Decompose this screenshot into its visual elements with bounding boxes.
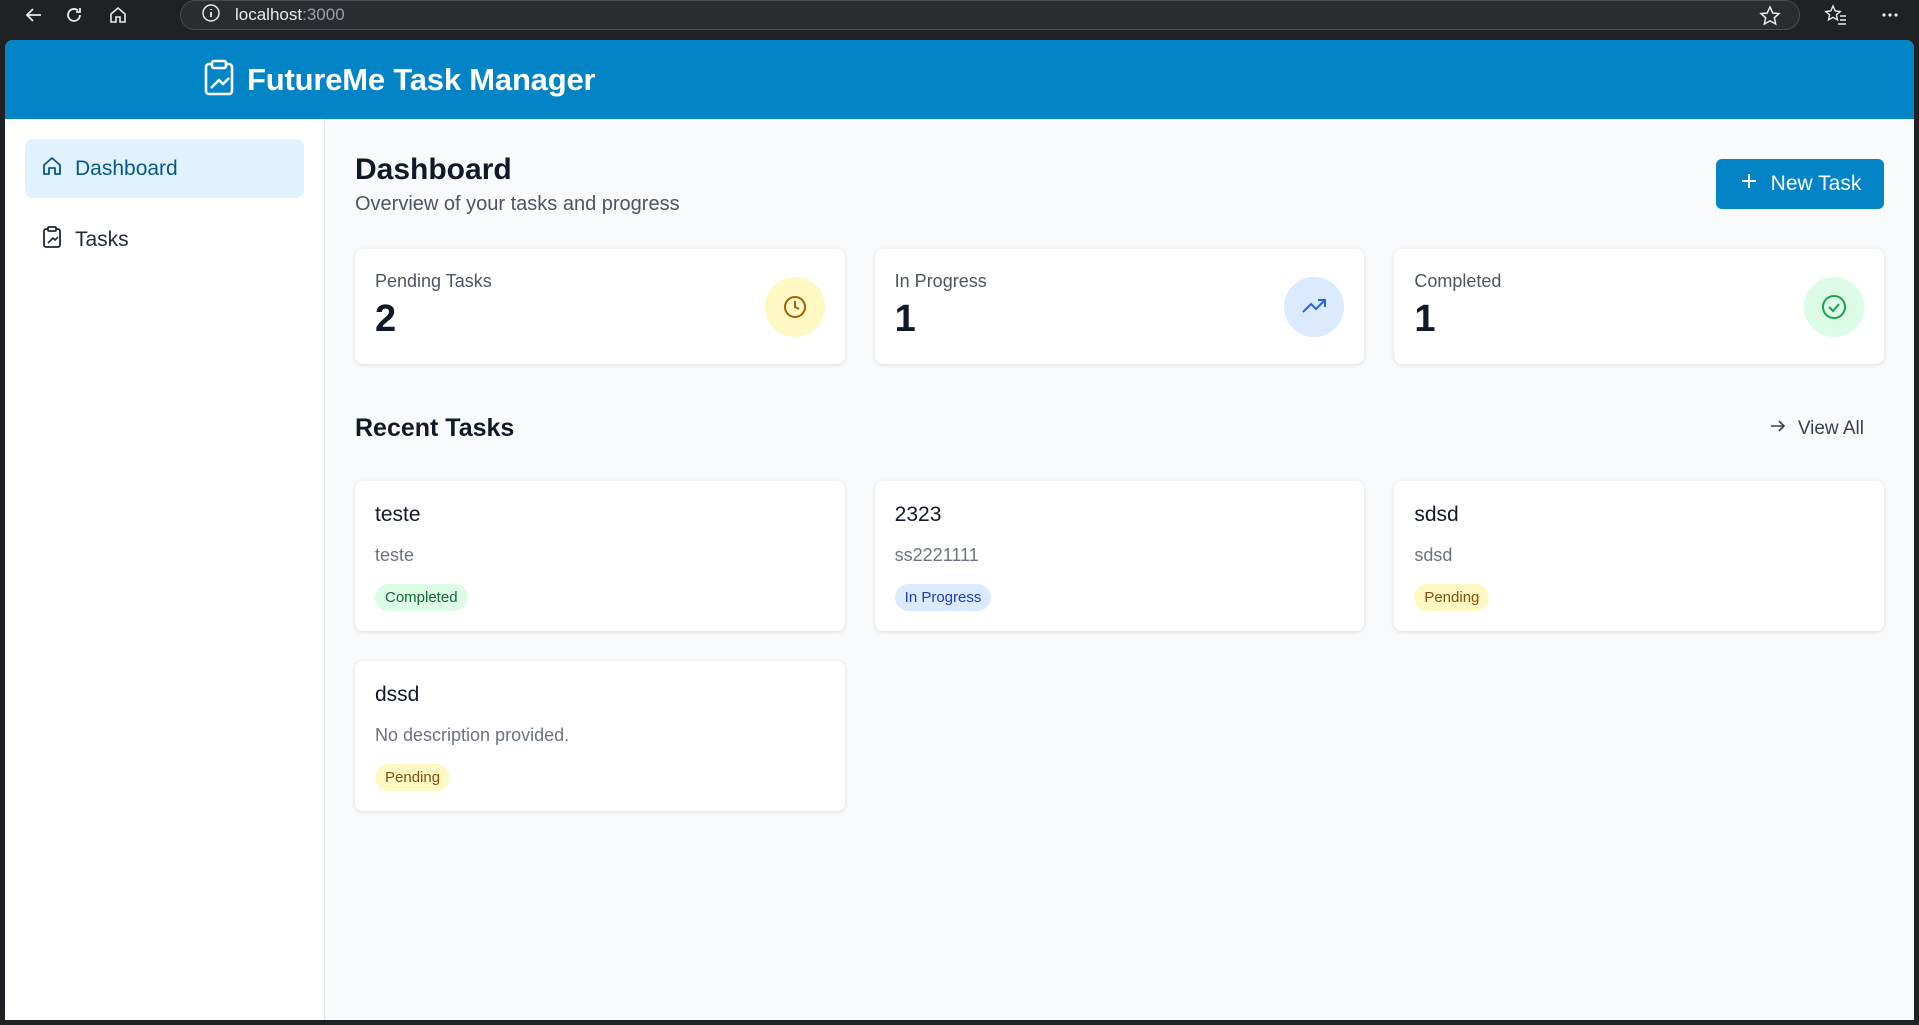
more-menu-icon[interactable] [1876, 1, 1904, 29]
home-browser-icon[interactable] [104, 1, 132, 29]
status-badge: In Progress [894, 584, 992, 611]
page-header: Dashboard Overview of your tasks and pro… [355, 119, 1884, 249]
status-badge: Pending [375, 764, 451, 791]
clipboard-icon [41, 225, 63, 255]
stat-value: 2 [375, 298, 397, 340]
sidebar-item-tasks[interactable]: Tasks [25, 210, 304, 269]
recent-tasks-title: Recent Tasks [355, 414, 515, 442]
stat-card-in-progress: In Progress 1 [874, 249, 1365, 364]
page-title: Dashboard [355, 153, 512, 186]
stat-card-completed: Completed 1 [1394, 249, 1885, 364]
app-header: FutureMe Task Manager [5, 40, 1914, 119]
task-title: teste [375, 503, 421, 526]
task-description: sdsd [1414, 545, 1453, 565]
new-task-label: New Task [1770, 172, 1862, 195]
clipboard-logo-icon [203, 58, 235, 101]
view-all-label: View All [1797, 418, 1864, 439]
url-text: localhost:3000 [235, 5, 345, 24]
task-description: ss2221111 [894, 545, 979, 565]
trending-up-icon [1284, 277, 1345, 337]
stat-label: In Progress [894, 271, 987, 291]
recent-tasks-grid: teste teste Completed 2323 ss2221111 In … [355, 481, 1884, 811]
task-description: No description provided. [375, 725, 570, 745]
task-title: sdsd [1414, 503, 1459, 526]
browser-toolbar: localhost:3000 [0, 0, 1919, 34]
task-card[interactable]: 2323 ss2221111 In Progress [874, 481, 1365, 631]
task-card[interactable]: teste teste Completed [355, 481, 845, 631]
view-all-link[interactable]: View All [1768, 416, 1864, 442]
stat-value: 1 [1414, 298, 1436, 340]
task-title: 2323 [894, 503, 942, 526]
new-task-button[interactable]: New Task [1716, 159, 1884, 209]
task-card[interactable]: dssd No description provided. Pending [355, 661, 845, 811]
page-subtitle: Overview of your tasks and progress [355, 193, 680, 215]
site-info-icon[interactable] [201, 3, 221, 28]
sidebar-item-label: Dashboard [75, 156, 178, 180]
check-circle-icon [1804, 277, 1865, 337]
favorite-star-icon[interactable] [1759, 5, 1781, 32]
sidebar-item-label: Tasks [75, 227, 129, 251]
stat-value: 1 [894, 298, 916, 340]
app-window: FutureMe Task Manager Dashboard Tasks Da… [5, 40, 1914, 1020]
status-badge: Pending [1414, 584, 1490, 611]
clock-icon [764, 277, 825, 337]
sidebar: Dashboard Tasks [5, 119, 325, 1020]
reload-icon[interactable] [60, 1, 88, 29]
plus-icon [1739, 171, 1759, 197]
status-badge: Completed [375, 584, 468, 611]
arrow-right-icon [1768, 416, 1788, 442]
address-bar[interactable]: localhost:3000 [180, 0, 1800, 30]
task-card[interactable]: sdsd sdsd Pending [1394, 481, 1884, 631]
task-description: teste [375, 545, 415, 565]
sidebar-item-dashboard[interactable]: Dashboard [25, 139, 304, 198]
recent-tasks-header: Recent Tasks View All [355, 364, 1884, 481]
back-icon[interactable] [20, 1, 48, 29]
stats-row: Pending Tasks 2 In Progress 1 Completed … [355, 249, 1885, 364]
home-icon [41, 155, 63, 183]
stat-label: Completed [1414, 271, 1502, 291]
favorites-icon[interactable] [1822, 1, 1850, 29]
stat-card-pending: Pending Tasks 2 [355, 249, 845, 364]
stat-label: Pending Tasks [375, 271, 492, 291]
app-title: FutureMe Task Manager [247, 61, 596, 97]
main-content: Dashboard Overview of your tasks and pro… [355, 119, 1885, 1020]
task-title: dssd [375, 683, 420, 706]
